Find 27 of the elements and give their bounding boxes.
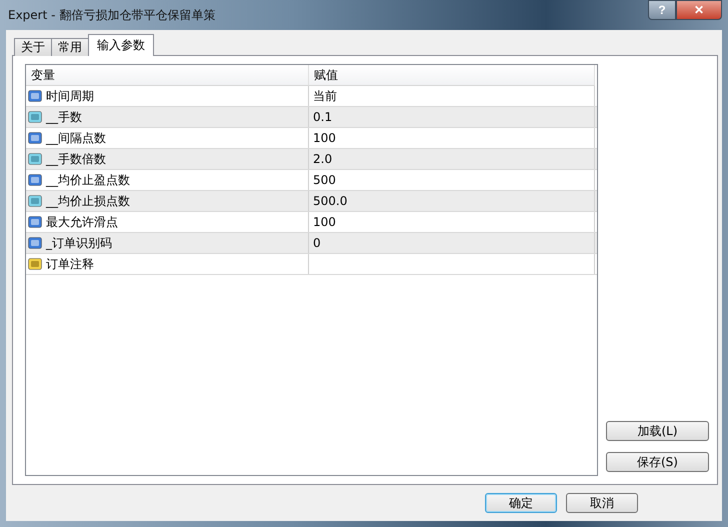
parameter-value[interactable]: 500.0 xyxy=(313,194,348,208)
parameter-value[interactable]: 500 xyxy=(313,173,336,187)
parameter-name[interactable]: __间隔点数 xyxy=(46,130,106,146)
tab[interactable]: 常用 xyxy=(51,38,89,56)
window-title: Expert - 翻倍亏损加仓带平仓保留单策 xyxy=(7,6,216,24)
parameter-value[interactable]: 0.1 xyxy=(313,110,332,124)
column-header[interactable]: 赋值 xyxy=(309,65,595,86)
parameter-value[interactable]: 2.0 xyxy=(313,152,332,166)
parameter-value[interactable]: 0 xyxy=(313,236,321,250)
parameter-name[interactable]: 订单注释 xyxy=(46,256,94,272)
parameter-name[interactable]: __均价止损点数 xyxy=(46,192,130,210)
parameter-name[interactable]: __手数倍数 xyxy=(46,150,106,168)
cancel-button[interactable]: 取消 xyxy=(566,493,638,513)
ok-button[interactable]: 确定 xyxy=(485,493,557,513)
tab[interactable]: 关于 xyxy=(14,38,52,56)
save-button[interactable]: 保存(S) xyxy=(606,452,709,472)
tab[interactable]: 输入参数 xyxy=(88,34,154,56)
parameter-value[interactable]: 100 xyxy=(313,215,336,229)
parameter-name[interactable]: _订单识别码 xyxy=(46,234,112,252)
parameter-name[interactable]: __手数 xyxy=(46,108,82,126)
parameter-name[interactable]: 最大允许滑点 xyxy=(46,214,118,230)
parameter-name[interactable]: __均价止盈点数 xyxy=(46,172,130,188)
parameter-value[interactable]: 100 xyxy=(313,131,336,145)
parameter-name[interactable]: 时间周期 xyxy=(46,88,94,104)
column-header[interactable]: 变量 xyxy=(26,65,309,86)
parameter-value[interactable]: 当前 xyxy=(313,88,337,104)
load-button[interactable]: 加载(L) xyxy=(606,421,709,441)
